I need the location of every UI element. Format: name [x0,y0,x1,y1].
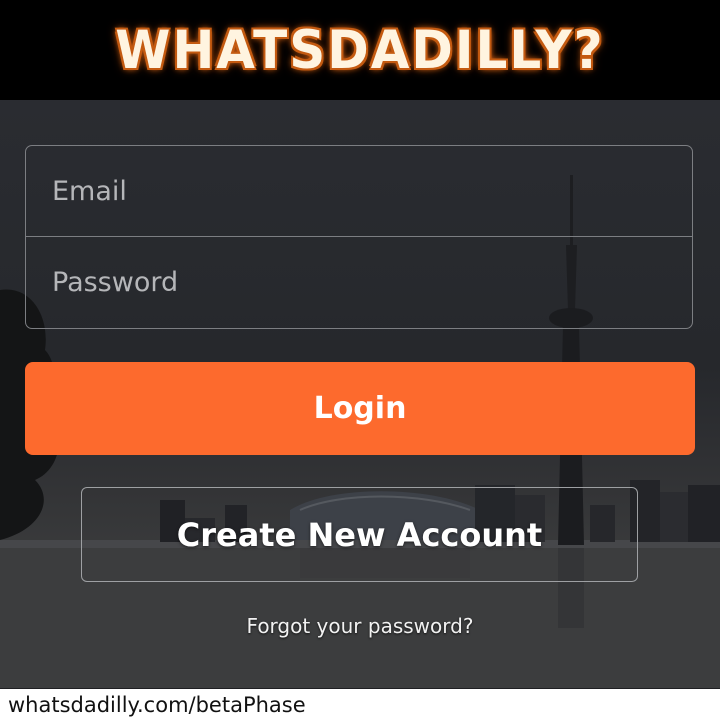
create-account-label: Create New Account [176,515,543,554]
footer-bar: whatsdadilly.com/betaPhase [0,689,720,720]
login-button-label: Login [313,391,407,426]
password-placeholder: Password [52,267,179,298]
footer-url: whatsdadilly.com/betaPhase [8,692,306,717]
email-placeholder: Email [52,175,127,207]
login-button[interactable]: Login [25,362,695,455]
email-input[interactable]: Email [26,146,692,237]
forgot-password-link[interactable]: Forgot your password? [0,614,720,638]
app-logo: WHATSDADILLY? [115,19,605,81]
app-header: WHATSDADILLY? [0,0,720,100]
credentials-field-group: Email Password [25,145,693,329]
password-input[interactable]: Password [26,237,692,328]
create-account-button[interactable]: Create New Account [81,487,638,582]
